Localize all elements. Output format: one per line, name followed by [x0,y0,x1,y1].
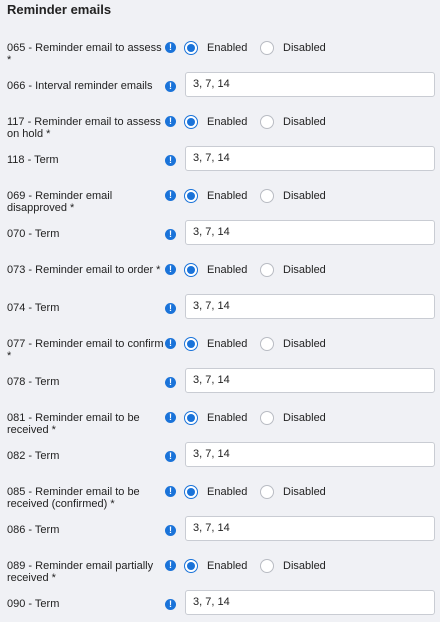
enabled-radio[interactable] [184,189,198,203]
reminder-toggle-label: 065 - Reminder email to assess * [7,42,162,66]
enabled-label[interactable]: Enabled [207,42,247,54]
term-input[interactable]: 3, 7, 14 [185,368,435,393]
disabled-label[interactable]: Disabled [283,486,326,498]
disabled-label[interactable]: Disabled [283,42,326,54]
term-label: 082 - Term [7,450,60,462]
info-icon[interactable]: ! [165,81,176,92]
term-input[interactable]: 3, 7, 14 [185,72,435,97]
reminder-toggle-label: 117 - Reminder email to assess on hold * [7,116,161,140]
disabled-radio[interactable] [260,559,274,573]
enabled-radio[interactable] [184,41,198,55]
term-label: 086 - Term [7,524,60,536]
info-icon[interactable]: ! [165,229,176,240]
info-icon[interactable]: ! [165,525,176,536]
term-input[interactable]: 3, 7, 14 [185,294,435,319]
disabled-radio[interactable] [260,411,274,425]
disabled-label[interactable]: Disabled [283,338,326,350]
disabled-radio[interactable] [260,115,274,129]
disabled-radio[interactable] [260,485,274,499]
enabled-radio[interactable] [184,337,198,351]
enabled-label[interactable]: Enabled [207,116,247,128]
enabled-label[interactable]: Enabled [207,190,247,202]
enabled-radio[interactable] [184,411,198,425]
reminder-toggle-label: 069 - Reminder email disapproved * [7,190,113,214]
enabled-label[interactable]: Enabled [207,412,247,424]
disabled-label[interactable]: Disabled [283,264,326,276]
disabled-radio[interactable] [260,41,274,55]
info-icon[interactable]: ! [165,338,176,349]
info-icon[interactable]: ! [165,155,176,166]
disabled-label[interactable]: Disabled [283,412,326,424]
reminder-toggle-label: 085 - Reminder email to be received (con… [7,486,140,510]
term-label: 078 - Term [7,376,60,388]
term-label: 066 - Interval reminder emails [7,80,153,92]
enabled-radio[interactable] [184,263,198,277]
term-label: 074 - Term [7,302,60,314]
info-icon[interactable]: ! [165,451,176,462]
info-icon[interactable]: ! [165,412,176,423]
term-label: 118 - Term [7,154,59,166]
enabled-radio[interactable] [184,559,198,573]
reminder-toggle-label: 077 - Reminder email to confirm * [7,338,164,362]
info-icon[interactable]: ! [165,116,176,127]
info-icon[interactable]: ! [165,264,176,275]
info-icon[interactable]: ! [165,486,176,497]
info-icon[interactable]: ! [165,42,176,53]
info-icon[interactable]: ! [165,190,176,201]
enabled-radio[interactable] [184,115,198,129]
term-input[interactable]: 3, 7, 14 [185,146,435,171]
info-icon[interactable]: ! [165,560,176,571]
disabled-label[interactable]: Disabled [283,190,326,202]
term-label: 090 - Term [7,598,60,610]
enabled-label[interactable]: Enabled [207,338,247,350]
disabled-radio[interactable] [260,263,274,277]
enabled-label[interactable]: Enabled [207,560,247,572]
info-icon[interactable]: ! [165,303,176,314]
section-title: Reminder emails [7,2,112,17]
term-input[interactable]: 3, 7, 14 [185,590,435,615]
disabled-radio[interactable] [260,337,274,351]
enabled-label[interactable]: Enabled [207,264,247,276]
reminder-toggle-label: 081 - Reminder email to be received * [7,412,140,436]
reminder-toggle-label: 089 - Reminder email partially received … [7,560,154,584]
disabled-label[interactable]: Disabled [283,560,326,572]
term-input[interactable]: 3, 7, 14 [185,516,435,541]
disabled-label[interactable]: Disabled [283,116,326,128]
info-icon[interactable]: ! [165,377,176,388]
enabled-label[interactable]: Enabled [207,486,247,498]
term-input[interactable]: 3, 7, 14 [185,442,435,467]
enabled-radio[interactable] [184,485,198,499]
term-label: 070 - Term [7,228,60,240]
reminder-toggle-label: 073 - Reminder email to order * [7,264,161,276]
disabled-radio[interactable] [260,189,274,203]
info-icon[interactable]: ! [165,599,176,610]
term-input[interactable]: 3, 7, 14 [185,220,435,245]
